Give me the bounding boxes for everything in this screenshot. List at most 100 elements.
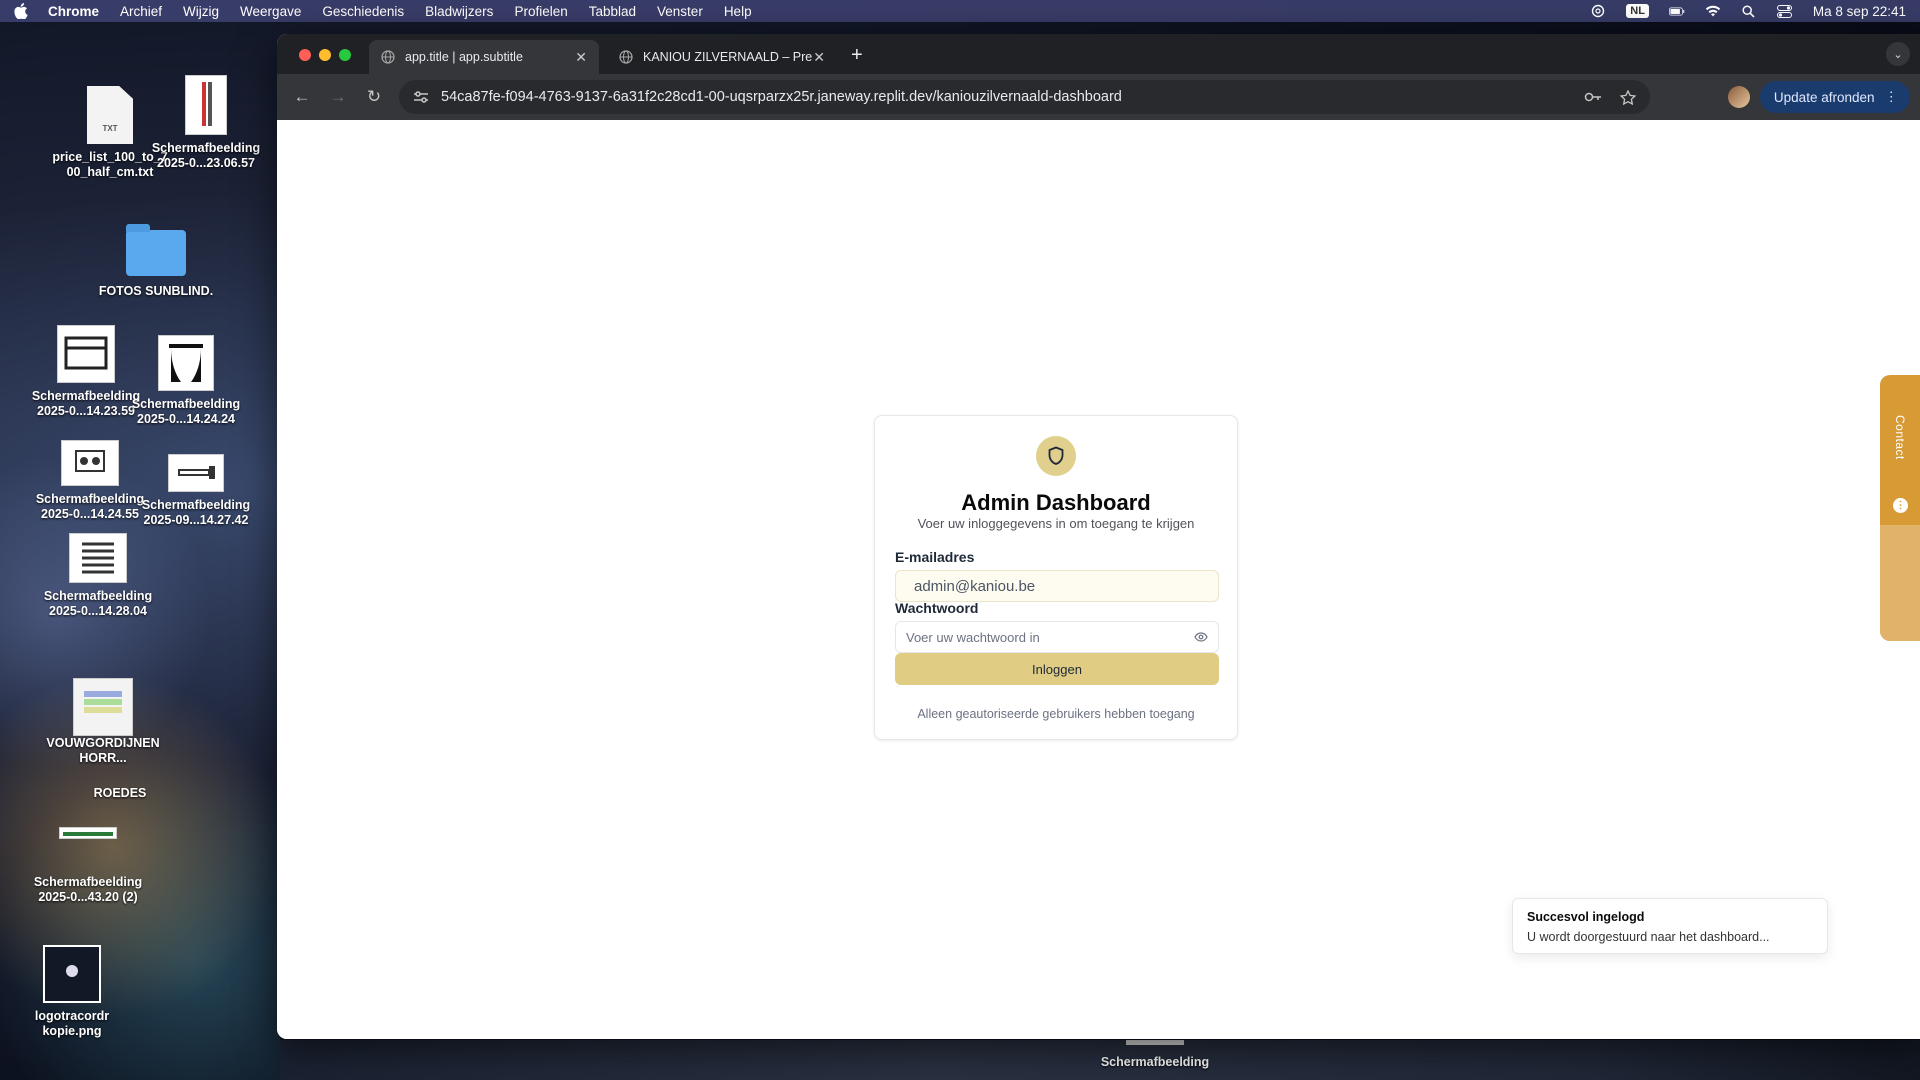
authorized-users-note: Alleen geautoriseerde gebruikers hebben … (917, 707, 1195, 721)
battery-icon[interactable] (1668, 4, 1685, 18)
desktop-folder-vouwgordijnen[interactable]: VOUWGORDIJNEN HORR... (44, 678, 162, 766)
desktop-icon-label: logotracordr kopie.png (34, 1009, 110, 1038)
apple-icon[interactable] (14, 3, 28, 19)
address-bar[interactable]: 54ca87fe-f094-4763-9137-6a31f2c28cd1-00-… (399, 80, 1650, 114)
back-arrow-icon[interactable]: ← (287, 82, 317, 112)
site-settings-icon[interactable] (413, 90, 429, 104)
bar-thumbnail-icon (59, 827, 117, 839)
desktop-icon-label: Schermafbeelding 2025-0...14.23.59 (31, 389, 141, 418)
bookmark-star-icon[interactable] (1620, 89, 1636, 105)
menu-app-name[interactable]: Chrome (48, 4, 99, 19)
success-toast: Succesvol ingelogd U wordt doorgestuurd … (1512, 898, 1828, 954)
blind-thumbnail-icon (57, 325, 115, 383)
desktop-icon-label: Schermafbeelding 2025-0...23.06.57 (151, 141, 261, 170)
tab-title: KANIOU ZILVERNAALD – Pre (643, 50, 813, 64)
rail-thumbnail-icon (168, 454, 224, 492)
stacked-images-icon (73, 678, 133, 736)
desktop-icon-screenshot[interactable]: Schermafbeelding 2025-0...14.23.59 (28, 325, 144, 419)
desktop-icon-label: Schermafbeelding 2025-0...14.24.55 (35, 492, 145, 521)
reload-icon[interactable]: ↻ (359, 82, 389, 112)
menubar-clock[interactable]: Ma 8 sep 22:41 (1813, 4, 1906, 19)
folder-icon (126, 224, 186, 276)
login-card: Admin Dashboard Voer uw inloggegevens in… (874, 415, 1238, 740)
close-tab-icon[interactable]: ✕ (813, 49, 825, 66)
password-label: Wachtwoord (895, 600, 979, 616)
contact-tab-lower (1880, 525, 1920, 641)
desktop-icon-label: Schermafbeelding 2025-0...14.28.04 (43, 589, 153, 618)
menu-help[interactable]: Help (724, 4, 752, 19)
desktop-icon-label: Schermafbeelding 2025-0...43.20 (2) (33, 875, 143, 904)
menu-profielen[interactable]: Profielen (514, 4, 567, 19)
desktop-icon-label: ROEDES (93, 786, 147, 800)
email-label: E-mailadres (895, 549, 975, 565)
desktop-icon-label: Schermafbeelding (1100, 1055, 1210, 1069)
globe-icon (381, 50, 395, 64)
tab-search-chevron-icon[interactable]: ⌄ (1886, 42, 1910, 66)
menu-venster[interactable]: Venster (657, 4, 703, 19)
window-controls (299, 49, 351, 61)
minimize-window-button[interactable] (319, 49, 331, 61)
venetian-thumbnail-icon (69, 533, 127, 583)
chatgpt-icon[interactable] (1590, 4, 1606, 18)
tab-strip: app.title | app.subtitle ✕ KANIOU ZILVER… (277, 34, 1920, 74)
zoom-window-button[interactable] (339, 49, 351, 61)
close-window-button[interactable] (299, 49, 311, 61)
show-password-eye-icon[interactable] (1194, 630, 1208, 644)
desktop-icon-screenshot[interactable]: Schermafbeelding 2025-0...14.24.24 (128, 335, 244, 427)
logo-thumbnail-icon (43, 945, 101, 1003)
menu-tabblad[interactable]: Tabblad (589, 4, 636, 19)
more-vertical-icon: ⋮ (1884, 89, 1899, 104)
desktop-icon-label: VOUWGORDIJNEN HORR... (46, 736, 160, 765)
desktop-icon-label: Schermafbeelding 2025-0...14.24.24 (131, 397, 241, 426)
browser-toolbar: ← → ↻ 54ca87fe-f094-4763-9137-6a31f2c28c… (277, 74, 1920, 120)
tab-title: app.title | app.subtitle (405, 50, 523, 64)
spotlight-search-icon[interactable] (1741, 4, 1757, 18)
room-thumbnail-icon (61, 440, 119, 486)
password-placeholder: Voer uw wachtwoord in (906, 629, 1040, 645)
toast-title: Succesvol ingelogd (1527, 910, 1645, 924)
input-source-indicator[interactable]: NL (1626, 4, 1649, 18)
desktop-icon-screenshot[interactable]: Schermafbeelding 2025-0...43.20 (2) (28, 827, 148, 905)
text-file-icon: TXT (87, 86, 133, 144)
more-options-icon[interactable]: ⋮ (1893, 498, 1908, 513)
contact-label: Contact (1893, 415, 1907, 460)
desktop-folder-fotos-sunblind[interactable]: FOTOS SUNBLIND. (96, 224, 216, 299)
new-tab-icon[interactable]: + (851, 44, 863, 67)
menu-weergave[interactable]: Weergave (240, 4, 301, 19)
email-field[interactable]: admin@kaniou.be (895, 570, 1219, 602)
menu-wijzig[interactable]: Wijzig (183, 4, 219, 19)
update-button-label: Update afronden (1773, 89, 1875, 105)
desktop-icon-screenshot[interactable]: Schermafbeelding 2025-0...14.24.55 (30, 440, 150, 522)
desktop-icon-screenshot[interactable]: Schermafbeelding 2025-0...14.28.04 (38, 533, 158, 619)
menu-archief[interactable]: Archief (120, 4, 162, 19)
desktop-icon-screenshot[interactable]: Schermafbeelding (1090, 1040, 1220, 1070)
password-field[interactable]: Voer uw wachtwoord in (895, 621, 1219, 653)
login-button[interactable]: Inloggen (895, 653, 1219, 685)
globe-icon (619, 50, 633, 64)
forward-arrow-icon[interactable]: → (323, 82, 353, 112)
screenshot-thumbnail-icon (185, 75, 227, 135)
tab-app-title[interactable]: app.title | app.subtitle ✕ (369, 40, 599, 74)
toast-description: U wordt doorgestuurd naar het dashboard.… (1527, 930, 1770, 944)
login-button-label: Inloggen (1032, 661, 1082, 677)
close-tab-icon[interactable]: ✕ (575, 49, 587, 66)
tab-kaniou[interactable]: KANIOU ZILVERNAALD – Pre ✕ (607, 40, 837, 74)
curtain-thumbnail-icon (158, 335, 214, 391)
update-button[interactable]: Update afronden ⋮ (1759, 81, 1910, 113)
menu-bladwijzers[interactable]: Bladwijzers (425, 4, 493, 19)
menu-bar: Chrome Archief Wijzig Weergave Geschiede… (0, 0, 1920, 22)
contact-side-tab[interactable]: Contact ⋮ (1880, 375, 1920, 641)
login-subtitle: Voer uw inloggegevens in om toegang te k… (917, 516, 1195, 531)
password-key-icon[interactable] (1584, 90, 1602, 104)
control-center-icon[interactable] (1777, 4, 1793, 18)
desktop-icon-screenshot[interactable]: Schermafbeelding 2025-09...14.27.42 (138, 454, 254, 528)
profile-avatar[interactable] (1728, 86, 1750, 108)
desktop-icon-logo[interactable]: logotracordr kopie.png (20, 945, 124, 1039)
menu-geschiedenis[interactable]: Geschiedenis (322, 4, 404, 19)
shield-icon (1036, 436, 1076, 476)
desktop-icon-screenshot[interactable]: Schermafbeelding 2025-0...23.06.57 (148, 75, 264, 171)
login-title: Admin Dashboard (961, 490, 1151, 515)
desktop-folder-roedes[interactable]: ROEDES (80, 786, 160, 801)
email-value: admin@kaniou.be (914, 577, 1036, 595)
wifi-icon[interactable] (1705, 4, 1721, 18)
